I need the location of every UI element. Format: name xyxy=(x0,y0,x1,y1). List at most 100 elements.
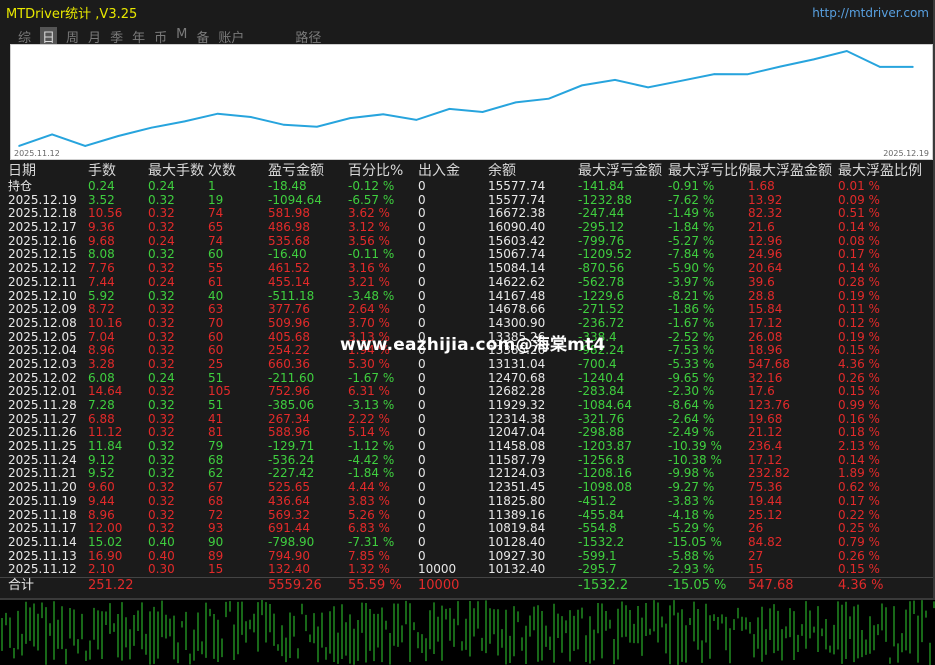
table-row: 2025.11.18 8.96 0.32 72 569.32 5.26 % 0 11389.1… xyxy=(0,507,933,523)
table-cell: 0.32 xyxy=(148,329,175,344)
table-cell: 455.14 xyxy=(268,274,310,289)
table-cell: -1232.88 xyxy=(578,192,632,207)
table-cell: 0.32 xyxy=(148,466,175,481)
table-cell: 7.28 xyxy=(88,398,115,412)
table-row: 2025.12.03 3.28 0.32 25 660.36 5.30 % 0 13131.0… xyxy=(0,356,933,372)
table-cell: 11.84 xyxy=(88,439,123,454)
table-cell: 4.36 % xyxy=(838,356,880,371)
tab-4[interactable]: 季 xyxy=(110,27,123,46)
table-cell: -3.48 % xyxy=(348,288,395,303)
table-cell: 0.16 % xyxy=(838,411,880,426)
tab-6[interactable]: 币 xyxy=(154,27,167,46)
table-cell: 8.96 xyxy=(88,343,115,358)
table-cell: 2025.11.25 xyxy=(8,439,77,454)
table-row: 2025.12.08 10.16 0.32 70 509.96 3.70 % 0 14300.… xyxy=(0,315,933,331)
table-cell: 72 xyxy=(208,507,224,522)
table-cell: 61 xyxy=(208,274,224,289)
table-cell: 2025.12.04 xyxy=(8,343,77,358)
table-cell: 15577.74 xyxy=(488,179,546,193)
table-cell: -1.67 % xyxy=(348,370,395,385)
tab-3[interactable]: 月 xyxy=(88,27,101,46)
header-cell: 最大浮亏金额 xyxy=(578,163,662,179)
table-cell: -15.05 % xyxy=(668,534,722,549)
table-cell: 26.08 xyxy=(748,329,783,344)
table-cell: -236.72 xyxy=(578,315,625,330)
table-cell: 0.40 xyxy=(148,548,175,563)
table-cell: 2025.12.11 xyxy=(8,274,77,289)
table-total-row: 合计 251.22 5559.26 55.59 % 10000 -1532.2 -15.05… xyxy=(0,576,933,594)
table-cell: 0 xyxy=(418,302,426,317)
table-cell: -1.84 % xyxy=(668,220,715,235)
table-cell: 569.32 xyxy=(268,507,310,522)
table-cell: 15577.74 xyxy=(488,192,546,207)
table-cell: 405.68 xyxy=(268,329,310,344)
table-cell: -2.30 % xyxy=(668,384,715,399)
website-link[interactable]: http://mtdriver.com xyxy=(812,6,929,20)
table-cell: 67 xyxy=(208,480,224,495)
table-cell: 75.36 xyxy=(748,480,783,495)
table-cell: 0 xyxy=(418,220,426,235)
table-row: 2025.12.09 8.72 0.32 63 377.76 2.64 % 0 14678.6… xyxy=(0,302,933,317)
table-cell: 6.88 xyxy=(88,411,115,426)
table-cell: 2025.11.19 xyxy=(8,493,77,508)
table-cell: -18.48 xyxy=(268,179,307,193)
tab-2[interactable]: 周 xyxy=(66,27,79,46)
equity-point-19 xyxy=(647,86,649,89)
table-row: 持仓 0.24 0.24 1 -18.48 -0.12 % 0 15577.74 -141.84… xyxy=(0,179,933,194)
table-cell: 15 xyxy=(748,562,764,577)
equity-point-20 xyxy=(680,79,683,82)
table-cell: 14167.48 xyxy=(488,288,546,303)
table-cell: 0.62 % xyxy=(838,480,880,495)
tab-8[interactable]: 备 xyxy=(196,27,209,46)
table-cell: 509.96 xyxy=(268,315,310,330)
total-cell: 547.68 xyxy=(748,577,794,593)
table-cell: -16.40 xyxy=(268,247,307,262)
equity-chart-svg xyxy=(18,49,914,148)
table-cell: 0.32 xyxy=(148,507,175,522)
table-cell: 254.22 xyxy=(268,343,310,358)
tab-5[interactable]: 年 xyxy=(132,27,145,46)
table-cell: -3.97 % xyxy=(668,274,715,289)
tab-9[interactable]: 账户 xyxy=(218,27,244,46)
table-cell: 5.92 xyxy=(88,288,115,303)
equity-point-24 xyxy=(812,58,815,61)
table-cell: 232.82 xyxy=(748,466,790,481)
table-cell: 1.89 % xyxy=(838,466,880,481)
table-cell: 0.19 % xyxy=(838,288,880,303)
table-cell: 2025.12.10 xyxy=(8,288,77,303)
table-cell: 0.32 xyxy=(148,247,175,262)
table-cell: 12124.03 xyxy=(488,466,546,481)
table-cell: 3.70 % xyxy=(348,315,390,330)
table-cell: 17.12 xyxy=(748,315,783,330)
table-cell: -870.56 xyxy=(578,261,625,276)
table-cell: 0.01 % xyxy=(838,179,880,193)
table-cell: 0 xyxy=(418,411,426,426)
table-cell: 794.90 xyxy=(268,548,310,563)
table-cell: 12314.38 xyxy=(488,411,546,426)
table-cell: -4.18 % xyxy=(668,507,715,522)
table-cell: 0.24 xyxy=(148,274,175,289)
tab-path[interactable]: 路径 xyxy=(295,27,321,46)
table-cell: 60 xyxy=(208,247,224,262)
table-cell: 0.32 xyxy=(148,343,175,358)
table-cell: -211.60 xyxy=(268,370,315,385)
tab-0[interactable]: 综 xyxy=(18,27,31,46)
tab-7[interactable]: M xyxy=(176,27,187,45)
tab-1[interactable]: 日 xyxy=(40,27,58,46)
table-cell: 0 xyxy=(418,288,426,303)
table-cell: 7.04 xyxy=(88,329,115,344)
table-cell: 0.32 xyxy=(148,384,175,399)
table-cell: 16.90 xyxy=(88,548,123,563)
total-cell: 5559.26 xyxy=(268,577,322,593)
table-row: 2025.11.13 16.90 0.40 89 794.90 7.85 % 0 10927.… xyxy=(0,548,933,564)
window-title: MTDriver统计 ,V3.25 xyxy=(6,7,138,22)
table-cell: 2025.12.15 xyxy=(8,247,77,262)
table-cell: 2025.12.08 xyxy=(8,315,77,330)
total-cell: -1532.2 xyxy=(578,577,629,593)
table-cell: 0.32 xyxy=(148,398,175,412)
table-cell: -1256.8 xyxy=(578,452,625,467)
table-cell: 0.32 xyxy=(148,493,175,508)
equity-point-14 xyxy=(481,111,484,113)
table-cell: 15.84 xyxy=(748,302,783,317)
table-cell: -7.62 % xyxy=(668,192,715,207)
